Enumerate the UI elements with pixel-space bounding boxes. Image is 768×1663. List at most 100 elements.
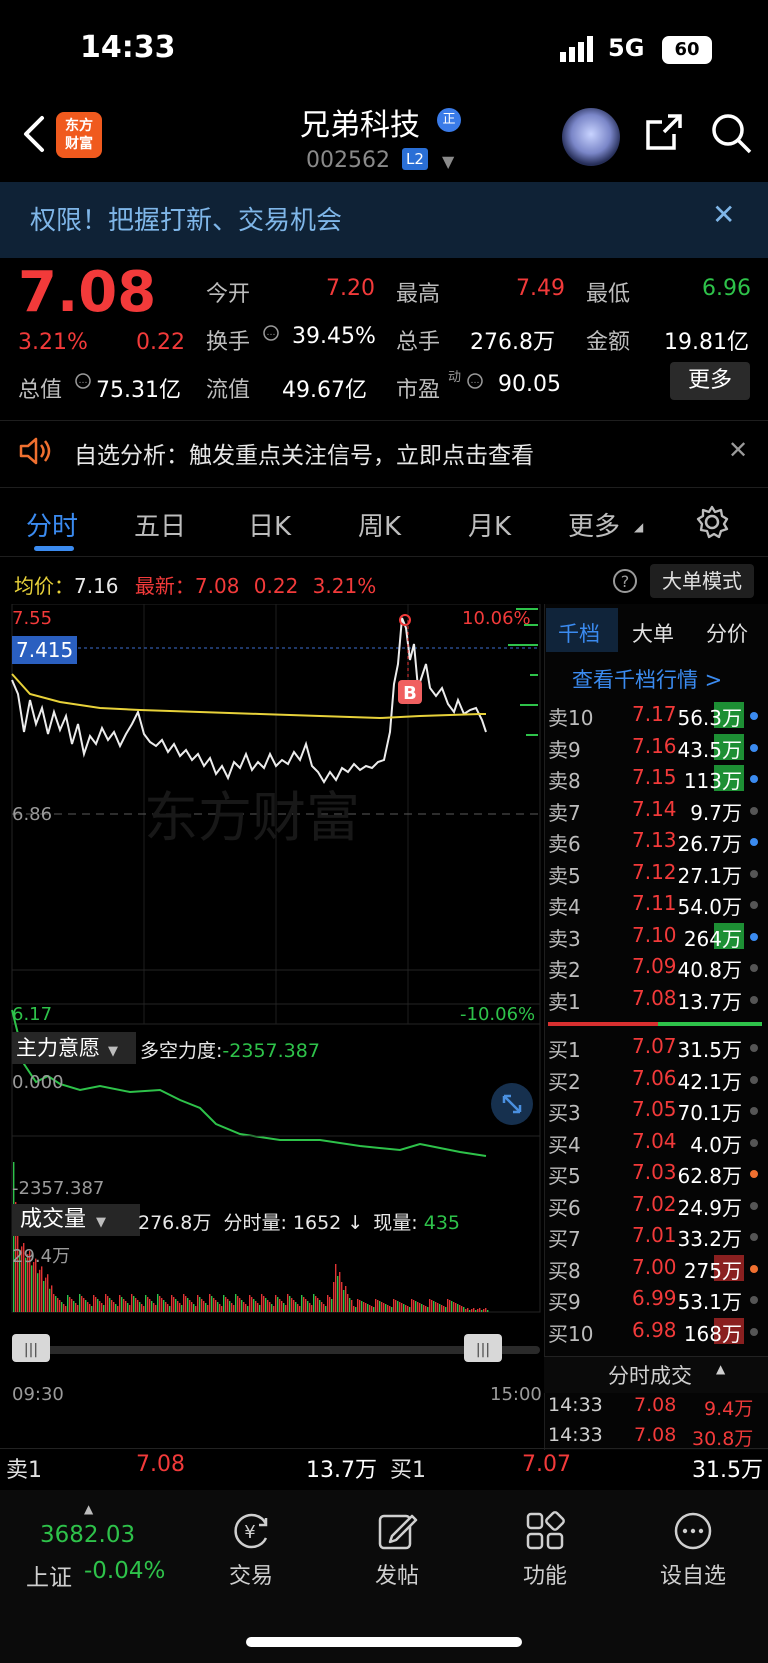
info-icon[interactable]: … bbox=[262, 324, 280, 342]
ask-volume: 9.7万 bbox=[690, 800, 742, 825]
orderbook-tab-big[interactable]: 大单 bbox=[632, 618, 674, 648]
index-name[interactable]: 上证 bbox=[26, 1558, 72, 1592]
tab-weekly-k[interactable]: 周K bbox=[358, 506, 401, 543]
bid-level: 买2 bbox=[548, 1069, 581, 1094]
bid-row[interactable]: 买4 7.04 4.0万 bbox=[546, 1127, 762, 1157]
bid-row[interactable]: 买6 7.02 24.9万 bbox=[546, 1190, 762, 1220]
ask-indicator-dot bbox=[750, 869, 758, 878]
nav-trade-label[interactable]: 交易 bbox=[206, 1558, 296, 1590]
bid-row[interactable]: 买7 7.01 33.2万 bbox=[546, 1221, 762, 1251]
home-indicator bbox=[246, 1637, 522, 1647]
post-icon[interactable] bbox=[376, 1510, 418, 1552]
bid-price: 7.07 bbox=[632, 1034, 677, 1058]
share-icon[interactable] bbox=[644, 112, 684, 152]
tab-daily-k[interactable]: 日K bbox=[248, 506, 291, 543]
ask-row[interactable]: 卖5 7.12 27.1万 bbox=[546, 858, 762, 888]
bid-row[interactable]: 买3 7.05 70.1万 bbox=[546, 1095, 762, 1125]
bid-row[interactable]: 买10 6.98 168万 bbox=[546, 1316, 762, 1346]
trades-expand-icon[interactable]: ▲ bbox=[716, 1362, 725, 1376]
nav-function-label[interactable]: 功能 bbox=[500, 1558, 590, 1590]
ask-row[interactable]: 卖2 7.09 40.8万 bbox=[546, 952, 762, 982]
volume-bar bbox=[477, 1309, 479, 1312]
bid-level: 买6 bbox=[548, 1195, 581, 1220]
volume-bar bbox=[449, 1300, 451, 1312]
bid-volume: 42.1万 bbox=[677, 1069, 742, 1094]
tab-more[interactable]: 更多 bbox=[568, 506, 620, 543]
index-up-caret-icon[interactable]: ▲ bbox=[84, 1502, 93, 1516]
assistant-robot-icon[interactable] bbox=[562, 108, 620, 166]
banner-close-icon[interactable]: ✕ bbox=[712, 198, 735, 231]
expand-icon[interactable] bbox=[490, 1082, 534, 1126]
orderbook-link[interactable]: 查看千档行情 > bbox=[572, 664, 722, 694]
volume-bar bbox=[435, 1302, 437, 1312]
tab-five-day[interactable]: 五日 bbox=[134, 506, 186, 543]
main-force-selector[interactable]: 主力意愿 ▼ bbox=[12, 1032, 136, 1064]
trade-icon[interactable]: ¥ bbox=[230, 1510, 272, 1552]
volume-bar bbox=[179, 1303, 181, 1312]
crosshair-price: 7.415 bbox=[12, 636, 78, 664]
intraday-chart[interactable]: 东方财富 B ||| ||| bbox=[0, 604, 544, 1364]
ask-row[interactable]: 卖1 7.08 13.7万 bbox=[546, 984, 762, 1014]
volume-selector[interactable]: 成交量 ▼ bbox=[12, 1204, 140, 1236]
pe-value: 90.05 bbox=[498, 372, 561, 397]
volume-bar bbox=[191, 1302, 193, 1312]
function-grid-icon[interactable] bbox=[524, 1510, 566, 1552]
notice-text[interactable]: 自选分析：触发重点关注信号，立即点击查看 bbox=[74, 436, 534, 470]
nav-post-label[interactable]: 发帖 bbox=[352, 1558, 442, 1590]
ask-row[interactable]: 卖4 7.11 54.0万 bbox=[546, 889, 762, 919]
ask-row[interactable]: 卖9 7.16 43.5万 bbox=[546, 732, 762, 762]
volume-bar bbox=[121, 1297, 123, 1312]
tab-intraday[interactable]: 分时 bbox=[26, 506, 78, 543]
notice-close-icon[interactable]: ✕ bbox=[728, 436, 748, 464]
info-icon[interactable]: … bbox=[74, 372, 92, 390]
ask-row[interactable]: 卖6 7.13 26.7万 bbox=[546, 826, 762, 856]
volume-bar bbox=[301, 1295, 303, 1312]
trades-title[interactable]: 分时成交 bbox=[608, 1360, 692, 1390]
ask-row[interactable]: 卖3 7.10 264万 bbox=[546, 921, 762, 951]
volume-bar bbox=[151, 1301, 153, 1312]
nav-watchlist-label[interactable]: 设自选 bbox=[648, 1558, 738, 1590]
settings-gear-icon[interactable] bbox=[694, 504, 730, 540]
orderbook-tab-price[interactable]: 分价 bbox=[706, 618, 748, 648]
volume-bar bbox=[149, 1299, 151, 1312]
volume-bar bbox=[439, 1304, 441, 1312]
tab-more-caret-icon[interactable]: ◢ bbox=[634, 520, 643, 534]
help-icon[interactable]: ? bbox=[612, 568, 638, 594]
bid-row[interactable]: 买1 7.07 31.5万 bbox=[546, 1032, 762, 1062]
bid-row[interactable]: 买8 7.00 275万 bbox=[546, 1253, 762, 1283]
volume-bar bbox=[113, 1302, 115, 1312]
more-button[interactable]: 更多 bbox=[670, 362, 750, 400]
ask-level: 卖8 bbox=[548, 769, 581, 793]
bid-row[interactable]: 买2 7.06 42.1万 bbox=[546, 1064, 762, 1094]
volume-bar bbox=[239, 1298, 241, 1312]
dropdown-caret-icon[interactable]: ▼ bbox=[442, 152, 454, 171]
volume-bar bbox=[109, 1298, 111, 1312]
mktcap-label: 总值 bbox=[18, 378, 63, 403]
search-icon[interactable] bbox=[710, 112, 752, 154]
bid-row[interactable]: 买9 6.99 53.1万 bbox=[546, 1284, 762, 1314]
stock-code[interactable]: 002562 bbox=[306, 148, 390, 173]
index-value[interactable]: 3682.03 bbox=[40, 1522, 135, 1548]
orderbook-tab-depth[interactable]: 千档 bbox=[558, 618, 600, 648]
volume-bar bbox=[415, 1301, 417, 1312]
index-change[interactable]: -0.04% bbox=[84, 1558, 165, 1584]
back-icon[interactable] bbox=[16, 112, 52, 156]
info-icon[interactable]: … bbox=[466, 372, 484, 390]
banner-text[interactable]: 权限！把握打新、交易机会 bbox=[30, 200, 342, 237]
tab-monthly-k[interactable]: 月K bbox=[468, 506, 511, 543]
volume-bar bbox=[487, 1310, 489, 1312]
volume-bar bbox=[133, 1296, 135, 1312]
ask-row[interactable]: 卖8 7.15 113万 bbox=[546, 763, 762, 793]
add-watchlist-icon[interactable] bbox=[672, 1510, 714, 1552]
volume-bar bbox=[299, 1306, 301, 1312]
bid-row[interactable]: 买5 7.03 62.8万 bbox=[546, 1158, 762, 1188]
big-order-mode-button[interactable]: 大单模式 bbox=[650, 564, 754, 598]
bid-level: 买8 bbox=[548, 1258, 581, 1283]
avg-value: 7.16 bbox=[74, 574, 119, 598]
ask-row[interactable]: 卖10 7.17 56.3万 bbox=[546, 700, 762, 730]
volume-bar bbox=[327, 1295, 329, 1312]
volume-bar bbox=[79, 1294, 81, 1312]
ask-row[interactable]: 卖7 7.14 9.7万 bbox=[546, 795, 762, 825]
volume-bar bbox=[265, 1298, 267, 1312]
volume-bar bbox=[275, 1295, 277, 1312]
